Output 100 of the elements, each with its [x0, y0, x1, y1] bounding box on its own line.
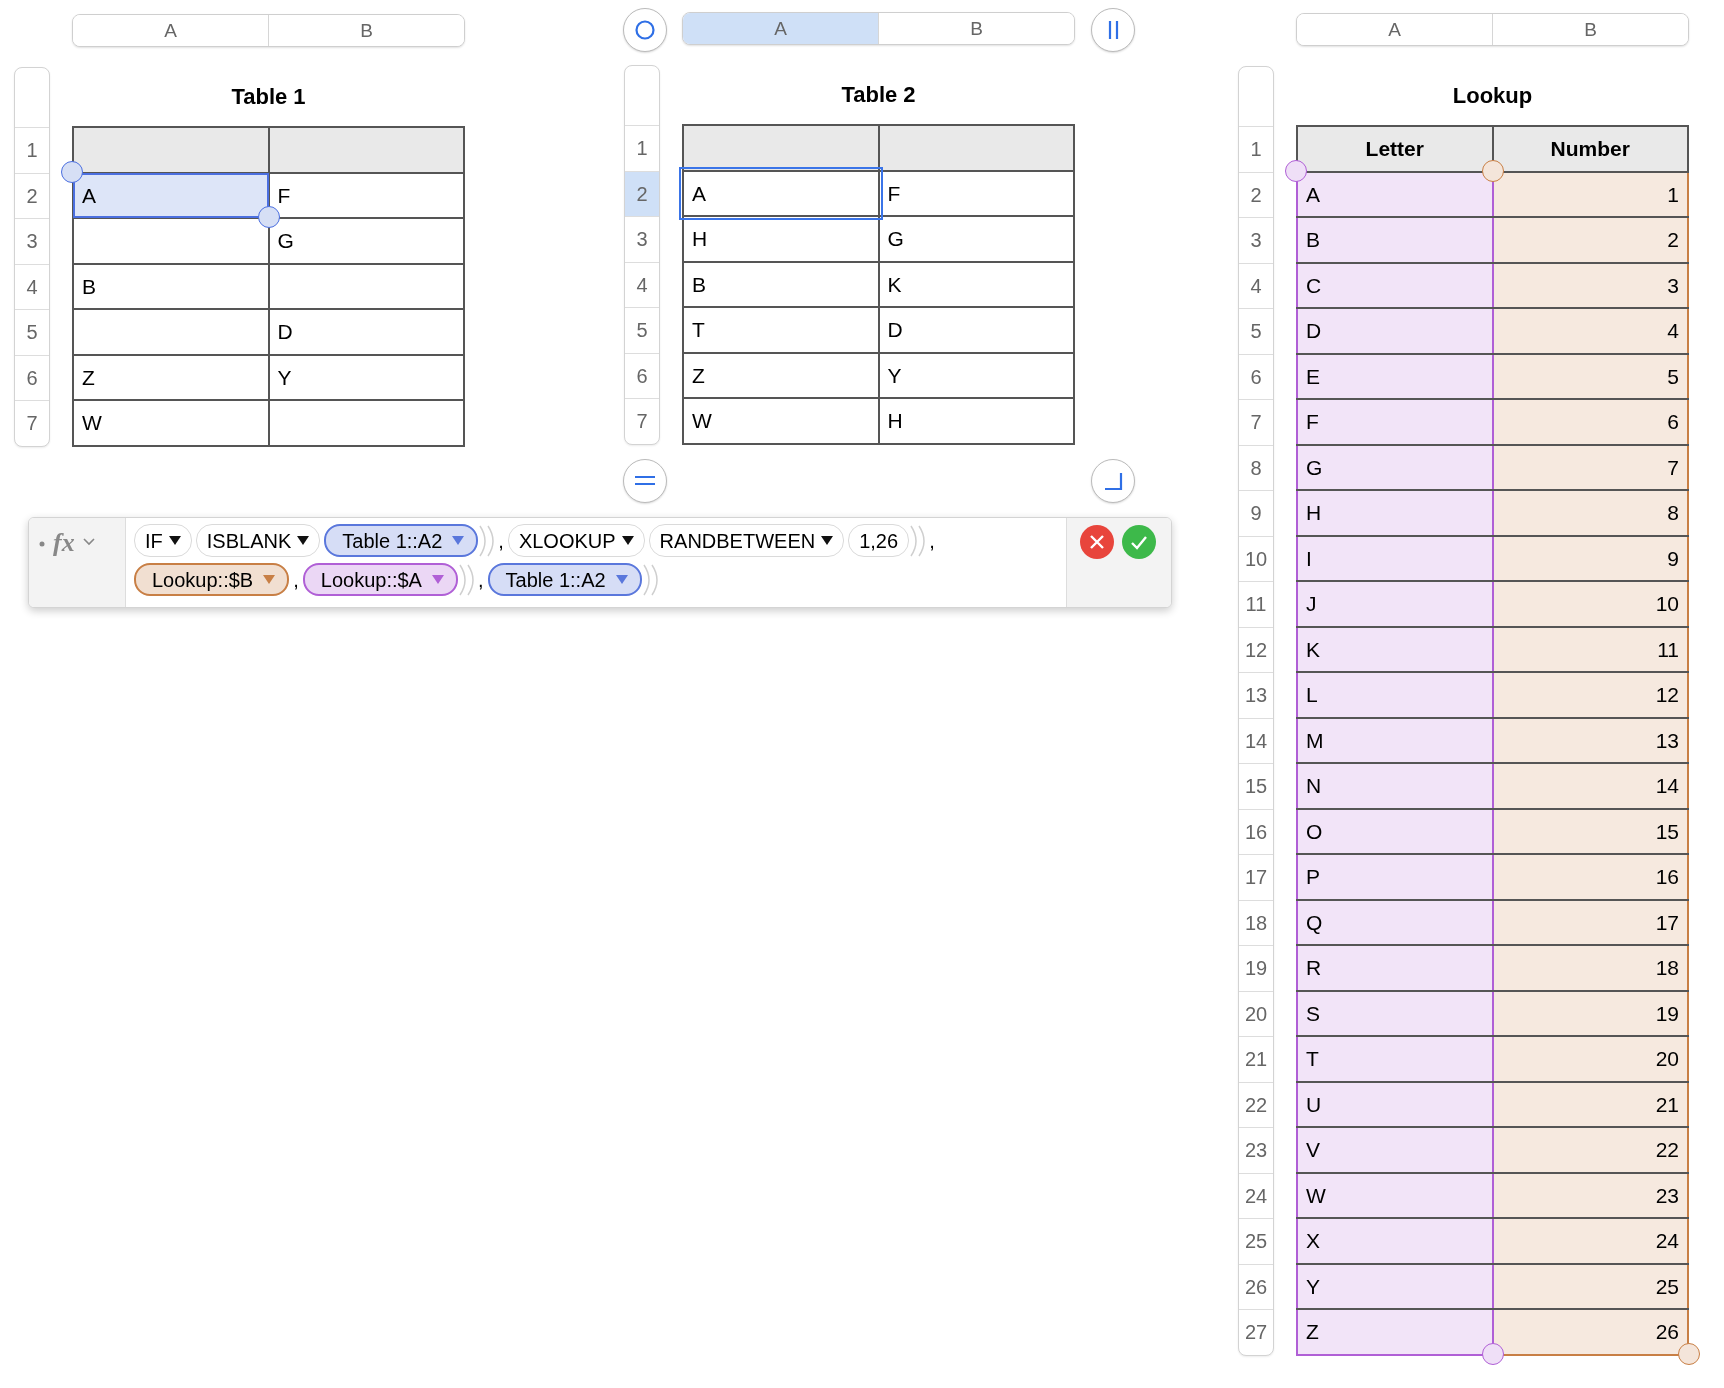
- row-number[interactable]: 7: [625, 398, 659, 444]
- row-number[interactable]: 10: [1239, 535, 1273, 581]
- row-number[interactable]: 4: [625, 261, 659, 307]
- reference-token[interactable]: Table 1::A2: [487, 563, 642, 596]
- row-number[interactable]: 27: [1239, 1309, 1273, 1355]
- row-number[interactable]: 14: [1239, 717, 1273, 763]
- selection-handle[interactable]: [61, 160, 83, 183]
- table-cell: Q: [1297, 899, 1493, 945]
- function-token[interactable]: IF: [134, 524, 192, 557]
- cancel-button[interactable]: [1080, 525, 1114, 559]
- function-token[interactable]: ISBLANK: [195, 524, 321, 557]
- row-number[interactable]: 3: [1239, 217, 1273, 263]
- table-cell: 21: [1492, 1081, 1688, 1127]
- table-title: Table 1: [230, 83, 307, 111]
- row-number[interactable]: 12: [1239, 626, 1273, 672]
- row-number[interactable]: 4: [15, 263, 49, 309]
- caret-icon: [615, 575, 628, 584]
- column-header[interactable]: B: [1492, 14, 1688, 45]
- selection-handle[interactable]: [1678, 1342, 1700, 1365]
- close-paren-icon: [917, 524, 926, 557]
- dot-icon: [39, 541, 45, 547]
- row-number[interactable]: 6: [15, 354, 49, 400]
- table-cell: 23: [1492, 1172, 1688, 1218]
- table-cell: 19: [1492, 990, 1688, 1036]
- table-handle[interactable]: [1091, 8, 1135, 52]
- table-cell: D: [268, 309, 464, 355]
- row-number[interactable]: 3: [625, 216, 659, 262]
- reference-token[interactable]: Table 1::A2: [324, 524, 479, 557]
- row-number[interactable]: 8: [1239, 444, 1273, 490]
- table-cell: K: [878, 261, 1074, 307]
- table-cell: 25: [1492, 1263, 1688, 1309]
- row-number[interactable]: 7: [1239, 399, 1273, 445]
- table-cell: 4: [1492, 308, 1688, 354]
- row-number[interactable]: 26: [1239, 1263, 1273, 1309]
- table-handle[interactable]: [623, 8, 667, 52]
- column-header[interactable]: A: [73, 15, 268, 46]
- table-title: Lookup: [1451, 82, 1534, 110]
- row-number[interactable]: 6: [625, 352, 659, 398]
- row-number[interactable]: 18: [1239, 899, 1273, 945]
- function-token[interactable]: XLOOKUP: [507, 524, 645, 557]
- row-number[interactable]: 5: [625, 307, 659, 353]
- table-cell: O: [1297, 808, 1493, 854]
- row-number[interactable]: 20: [1239, 990, 1273, 1036]
- column-header[interactable]: A: [683, 13, 878, 44]
- row-number[interactable]: 5: [15, 309, 49, 355]
- row-number[interactable]: 21: [1239, 1036, 1273, 1082]
- resize-corner-icon: [1103, 470, 1123, 491]
- row-number[interactable]: 2: [625, 170, 659, 216]
- table-cell: E: [1297, 353, 1493, 399]
- table-cell: V: [1297, 1127, 1493, 1173]
- close-icon: [1089, 534, 1105, 550]
- table-handle[interactable]: [1091, 458, 1135, 503]
- table-cell: B: [73, 263, 269, 309]
- row-number[interactable]: 15: [1239, 763, 1273, 809]
- row-number[interactable]: 17: [1239, 854, 1273, 900]
- row-number[interactable]: 1: [625, 125, 659, 171]
- chevron-icon[interactable]: [82, 538, 95, 546]
- table-cell: W: [1297, 1172, 1493, 1218]
- column-header[interactable]: B: [268, 15, 464, 46]
- caret-icon: [621, 536, 634, 545]
- table-cell: W: [683, 398, 879, 444]
- row-number[interactable]: 5: [1239, 308, 1273, 354]
- row-number[interactable]: 16: [1239, 808, 1273, 854]
- function-token[interactable]: RANDBETWEEN: [648, 524, 845, 557]
- table-cell: P: [1297, 854, 1493, 900]
- table-handle[interactable]: [623, 458, 667, 503]
- row-number[interactable]: 19: [1239, 945, 1273, 991]
- table-cell: X: [1297, 1218, 1493, 1264]
- row-number[interactable]: 4: [1239, 262, 1273, 308]
- row-number[interactable]: 11: [1239, 581, 1273, 627]
- table-cell: 18: [1492, 945, 1688, 991]
- row-number[interactable]: 6: [1239, 353, 1273, 399]
- row-number[interactable]: 3: [15, 218, 49, 264]
- accept-button[interactable]: [1122, 525, 1156, 559]
- column-header[interactable]: B: [878, 13, 1074, 44]
- checkmark-icon: [1130, 534, 1148, 550]
- row-number[interactable]: 1: [1239, 126, 1273, 172]
- row-number[interactable]: 23: [1239, 1127, 1273, 1173]
- selection-handle[interactable]: [1285, 159, 1307, 182]
- row-number[interactable]: 13: [1239, 672, 1273, 718]
- number-token[interactable]: 1,26: [848, 524, 910, 557]
- row-number[interactable]: 2: [1239, 171, 1273, 217]
- table-cell: Y: [1297, 1263, 1493, 1309]
- row-number[interactable]: 9: [1239, 490, 1273, 536]
- caret-icon: [821, 536, 834, 545]
- table-cell: 16: [1492, 854, 1688, 900]
- row-number[interactable]: 2: [15, 172, 49, 218]
- reference-token[interactable]: Lookup::$A: [302, 563, 458, 596]
- reference-token[interactable]: Lookup::$B: [134, 563, 290, 596]
- row-number[interactable]: 24: [1239, 1172, 1273, 1218]
- column-header[interactable]: A: [1297, 14, 1492, 45]
- table-cell: 2: [1492, 217, 1688, 263]
- table-cell: 17: [1492, 899, 1688, 945]
- table-cell: N: [1297, 763, 1493, 809]
- row-number[interactable]: 25: [1239, 1218, 1273, 1264]
- table-cell: G: [878, 216, 1074, 262]
- row-number[interactable]: 7: [15, 400, 49, 446]
- row-number[interactable]: 22: [1239, 1081, 1273, 1127]
- row-number[interactable]: 1: [15, 127, 49, 173]
- table-cell: Z: [683, 352, 879, 398]
